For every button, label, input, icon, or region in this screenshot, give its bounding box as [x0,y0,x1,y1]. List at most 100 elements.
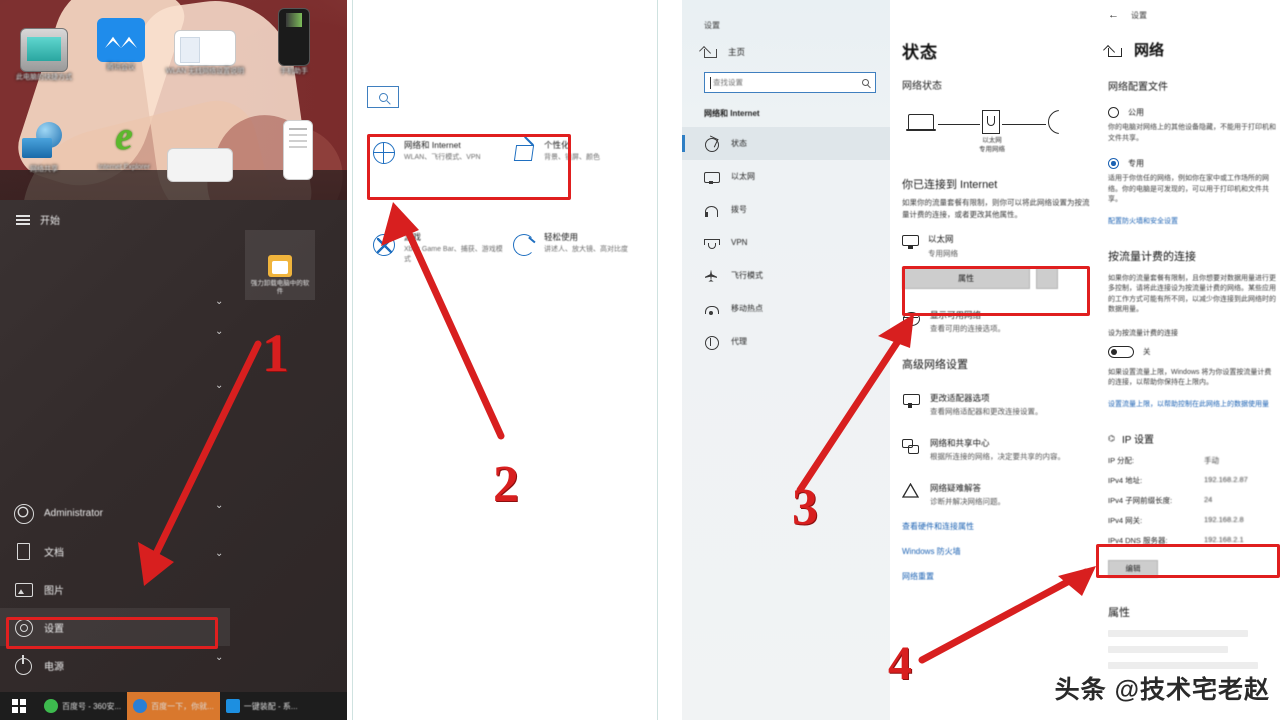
app-icon [225,699,240,713]
sidebar-item-home[interactable]: 主页 [682,31,890,58]
start-menu-tile[interactable]: 强力卸载电脑中的软件 [245,230,315,300]
search-icon [862,79,869,86]
metered-note: 如果设置流量上限，Windows 将为你设置按流量计费的连接，以帮助你保持在上限… [1108,368,1272,387]
item-title: 网络和共享中心 [930,438,990,448]
network-diagram: 以太网 专用网络 [902,108,1090,170]
radio-public[interactable]: 公用 [1090,93,1280,118]
taskbar-item-label: 百度号 - 360安... [62,701,122,711]
hamburger-icon[interactable] [16,214,30,225]
user-icon [14,504,34,524]
desktop-icon-1[interactable]: 腾讯会议 [85,18,157,72]
taskbar-item-0[interactable]: 百度号 - 360安... [38,692,127,720]
back-arrow-icon[interactable]: ← [1108,10,1119,21]
desktop-icon-6[interactable] [165,148,235,184]
ip-row-value: 192.168.2.87 [1204,474,1248,484]
search-input[interactable]: 查找设置 [704,72,876,93]
desktop-icon-0[interactable]: 此电脑的快捷方式 [8,28,80,82]
section-title: 网络状态 [902,81,942,92]
chevron-down-icon[interactable]: ⌄ [215,380,227,392]
sidebar-item-status[interactable]: 状态 [682,127,890,160]
power-icon [14,655,32,675]
screenshot-stage: 此电脑的快捷方式 腾讯会议 WLAN 无线网络设置说明 手机助手 网络共享 In… [0,0,1280,720]
link-hardware-properties[interactable]: 查看硬件和连接属性 [902,507,1090,532]
sidebar-item-vpn[interactable]: VPN [682,226,890,259]
desktop-icon-3[interactable]: 手机助手 [258,8,330,76]
share-icon [902,438,920,454]
start-menu-item-label: 文档 [44,547,64,559]
annotation-number-2: 2 [493,456,519,513]
titlebar-nav: ← 设置 [1090,0,1280,21]
start-menu-item-administrator[interactable]: Administrator [0,494,230,532]
desktop-icon-5[interactable]: Internet Explorer [88,112,160,172]
sidebar-section-title: 网络和 Internet [704,109,760,118]
start-menu-tile-area: 强力卸载电脑中的软件 [230,230,340,320]
start-menu-item-documents[interactable]: 文档 [0,532,230,570]
taskbar-item-label: 百度一下，你就... [151,701,214,711]
desktop-icon-label: 网络共享 [30,166,58,173]
settings-card-gaming[interactable]: 游戏 Xbox Game Bar、捕获、游戏模式 [367,222,507,279]
start-menu-item-label: Administrator [44,507,103,519]
laptop-icon [906,114,936,134]
radio-label: 专用 [1128,159,1144,168]
item-description: 诊断并解决网络问题。 [930,497,1005,506]
taskbar-item-2[interactable]: 一键装配 - 系... [220,692,304,720]
start-menu-item-pictures[interactable]: 图片 [0,570,230,608]
link-configure-firewall[interactable]: 配置防火墙和安全设置 [1090,206,1280,226]
sidebar-item-label: 拨号 [731,205,747,214]
chevron-down-icon[interactable]: ⌄ [215,326,227,338]
annotation-box-network-card [367,134,571,200]
ip-row-value: 24 [1204,494,1213,504]
sidebar-item-dialup[interactable]: 拨号 [682,193,890,226]
start-menu-bottom-list: Administrator 文档 图片 设置 电源 [0,494,230,684]
link-set-data-limit[interactable]: 设置流量上限，以帮助控制在此网络上的数据使用量 [1090,389,1280,409]
properties-placeholder-rows [1090,620,1280,669]
settings-card-accessibility[interactable]: 轻松使用 讲述人、放大镜、高对比度 [507,222,647,279]
toggle-switch-off-icon [1108,345,1134,358]
search-box[interactable] [367,86,399,108]
sidebar-item-proxy[interactable]: 代理 [682,325,890,358]
advanced-settings-heading: 高级网络设置 [902,359,968,371]
sidebar-item-airplane-mode[interactable]: 飞行模式 [682,259,890,292]
link-network-reset[interactable]: 网络重置 [902,557,1090,582]
list-file-icon [283,120,313,180]
change-adapter-options-item[interactable]: 更改适配器选项 查看网络适配器和更改连接设置。 [902,372,1090,417]
settings-card-subtitle: 讲述人、放大镜、高对比度 [544,246,628,253]
metered-toggle-label: 设为按流量计费的连接 [1108,329,1178,337]
watermark: 头条 @技术宅老赵 [1054,676,1270,704]
radio-private[interactable]: 专用 [1090,144,1280,169]
ip-settings-section: ⌬ IP 设置 IP 分配: 手动 IPv4 地址: 192.168.2.87 … [1090,409,1280,546]
annotation-number-1: 1 [262,323,289,383]
properties-heading: 属性 [1108,606,1130,619]
ip-row-subnet-prefix: IPv4 子网前缀长度: 24 [1108,486,1280,506]
desktop-icon-2[interactable]: WLAN 无线网络设置说明 [162,30,248,76]
item-description: 查看可用的连接选项。 [930,324,1005,333]
network-sharing-center-item[interactable]: 网络和共享中心 根据所连接的网络，决定要共享的内容。 [902,417,1090,462]
settings-card-subtitle: Xbox Game Bar、捕获、游戏模式 [404,246,503,263]
settings-card-title: 轻松使用 [544,232,579,242]
ip-row-key: IPv4 网关: [1108,515,1143,525]
sidebar-item-ethernet[interactable]: 以太网 [682,160,890,193]
ip-settings-title: IP 设置 [1121,434,1155,446]
taskbar-item-1[interactable]: 百度一下，你就... [127,692,220,720]
metered-toggle[interactable]: 关 [1090,338,1280,358]
panel-network-status: 设置 主页 查找设置 网络和 Internet 状态 以太网 拨号 VPN 飞行… [662,0,1090,720]
desktop-icon-label: 腾讯会议 [107,64,135,71]
diagram-network-label: 以太网 专用网络 [972,136,1012,154]
start-menu-tile-label: 强力卸载电脑中的软件 [250,280,310,295]
network-troubleshooter-item[interactable]: 网络疑难解答 诊断并解决网络问题。 [902,462,1090,507]
annotation-box-gateway [1096,544,1280,578]
link-windows-firewall[interactable]: Windows 防火墙 [902,532,1090,557]
panel-settings-home: 网络和 Internet WLAN、飞行模式、VPN 个性化 背景、锁屏、颜色 [352,0,658,720]
adapter-name: 以太网 [928,234,954,244]
start-menu-item-power[interactable]: 电源 [0,646,230,684]
desktop-icon-7[interactable] [262,120,334,182]
chevron-down-icon[interactable]: ⌄ [215,296,227,308]
hotspot-icon [704,302,719,316]
start-button[interactable] [0,692,38,720]
sidebar-item-label: 移动热点 [731,304,763,313]
sidebar-item-mobile-hotspot[interactable]: 移动热点 [682,292,890,325]
connection-status-description: 如果你的流量套餐有限制，则你可以将此网络设置为按流量计费的连接，或者更改其他属性… [902,198,1090,219]
desktop-icon-4[interactable]: 网络共享 [8,120,80,174]
panel-network-properties: ← 设置 网络 网络配置文件 公用 你的电脑对网络上的其他设备隐藏，不能用于打印… [1090,0,1280,720]
globe-icon [1048,110,1059,134]
